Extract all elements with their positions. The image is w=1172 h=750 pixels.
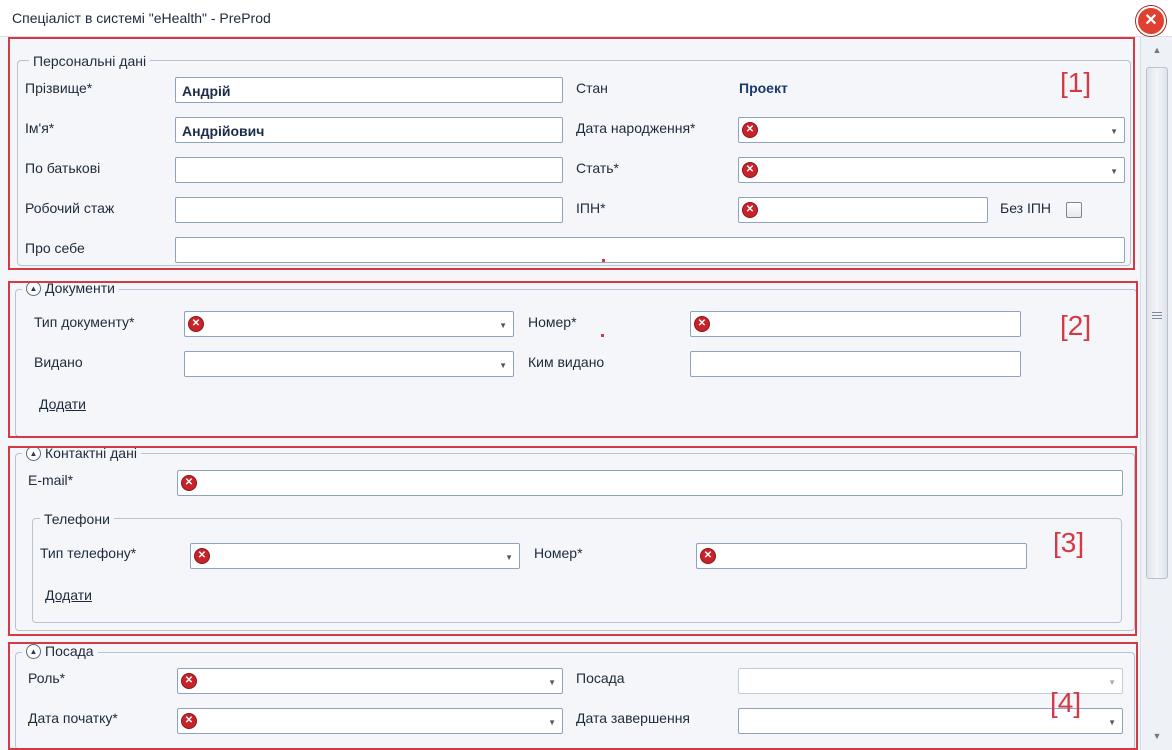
annotation-box-1 xyxy=(8,37,1135,270)
annotation-box-2 xyxy=(8,281,1138,438)
annotation-label-2: [2] xyxy=(1060,310,1092,341)
scroll-up-icon[interactable]: ▲ xyxy=(1141,39,1172,61)
close-icon[interactable]: ✕ xyxy=(1136,6,1166,36)
window-titlebar: Спеціаліст в системі "eHealth" - PreProd… xyxy=(0,0,1172,37)
window-title: Спеціаліст в системі "eHealth" - PreProd xyxy=(12,10,271,26)
annotation-box-4 xyxy=(8,642,1138,750)
annotation-box-3 xyxy=(8,446,1137,636)
vertical-scrollbar[interactable]: ▲ ▼ xyxy=(1140,37,1172,750)
scroll-down-icon[interactable]: ▼ xyxy=(1141,725,1172,747)
scrollbar-thumb[interactable] xyxy=(1146,67,1168,579)
form-content: Персональні дані Прізвище* Андрій Ім'я* … xyxy=(0,37,1140,750)
annotation-label-4: [4] xyxy=(1050,687,1082,718)
annotation-label-1: [1] xyxy=(1060,67,1092,98)
grip-icon xyxy=(1152,312,1162,313)
annotation-label-3: [3] xyxy=(1053,527,1085,558)
